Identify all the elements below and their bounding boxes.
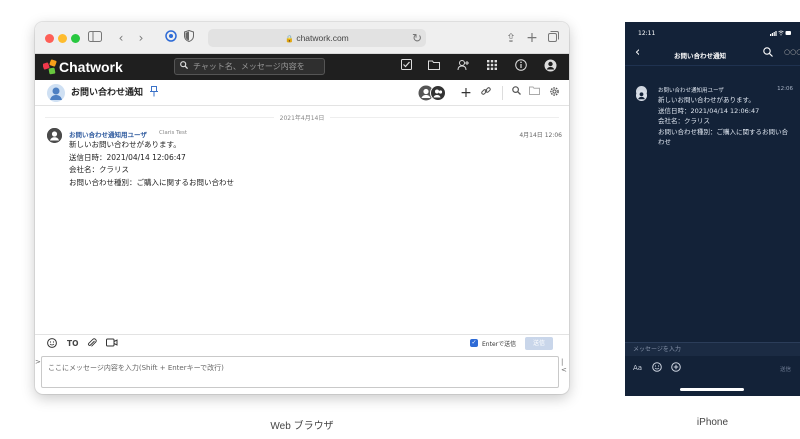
phone-room-title: お問い合わせ通知 [674,52,726,60]
search-icon[interactable] [763,47,773,60]
zoom-window-button[interactable] [71,34,80,43]
members-icon[interactable] [418,85,448,101]
attach-icon[interactable] [87,338,97,352]
message-line: 新しいお問い合わせがあります。 [658,96,755,104]
sidebar-icon[interactable] [87,30,103,46]
message-sender[interactable]: お問い合わせ通知用ユーザ [69,129,147,139]
shield-icon[interactable] [181,29,197,46]
room-avatar[interactable] [47,84,65,102]
iphone-caption: iPhone [696,417,729,428]
status-bar: 12:11 [625,22,800,42]
message-line: 送信日時：2021/04/14 12:06:47 [658,106,760,115]
status-clock: 12:11 [638,30,656,37]
share-icon[interactable]: ⇪ [503,30,519,46]
emoji-icon[interactable] [652,362,662,375]
lock-icon: 🔒 [285,36,294,43]
apps-icon[interactable] [484,59,500,75]
url-text: chatwork.com [296,33,349,43]
app-logo-text[interactable]: Chatwork [59,58,123,76]
message-line: お問い合わせ種別：ご購入に関するお問い合わせ [69,177,234,187]
composer-toolbar: TO ✓ Enterで送信 送信 [35,334,569,352]
folder-icon[interactable] [527,86,541,100]
emoji-icon[interactable] [47,338,57,352]
address-bar[interactable]: 🔒 chatwork.com [208,29,426,47]
left-resize-handle[interactable]: > [35,358,41,366]
message-input-placeholder: メッセージを入力 [633,346,681,353]
account-icon[interactable] [542,59,558,75]
info-icon[interactable] [513,59,529,75]
date-divider-label: 2021年4月14日 [273,115,331,122]
check-icon: ✓ [471,339,477,346]
room-header: お問い合わせ通知 + [35,80,569,106]
back-icon[interactable]: ‹ [113,30,129,46]
plus-icon[interactable]: + [459,86,473,100]
more-icon[interactable]: ○○○ [784,48,800,56]
send-button[interactable]: 送信 [780,365,791,373]
new-tab-icon[interactable]: + [524,30,540,46]
avatar[interactable] [47,128,62,143]
message-timeline[interactable]: 2021年4月14日 お問い合わせ通知用ユーザ Claris Test 4月14… [35,106,569,330]
plus-icon[interactable] [671,362,681,375]
send-button[interactable]: 送信 [525,337,553,350]
pin-icon[interactable] [147,86,161,100]
room-title: お問い合わせ通知 [71,88,144,98]
reload-icon[interactable]: ↻ [409,30,425,46]
message-time: 4月14日 12:06 [519,132,562,139]
header-divider [502,86,503,100]
video-icon[interactable] [106,338,118,351]
search-icon[interactable] [509,86,523,100]
right-resize-handle[interactable]: |< [561,358,569,374]
minimize-window-button[interactable] [58,34,67,43]
message-sender[interactable]: お問い合わせ通知用ユーザ [658,86,724,94]
app-header: Chatwork チャット名、メッセージ内容を [35,54,569,80]
message-line: 会社名：クラリス [658,117,710,125]
home-indicator[interactable] [680,388,744,391]
web-browser-caption: Web ブラウザ [270,421,334,432]
iphone-screen: 12:11 ‹ お問い合わせ通知 ○○○ お問い合わせ通知用ユーザ 12:06 … [625,22,800,396]
enter-to-send-label[interactable]: Enterで送信 [482,339,516,348]
message-input[interactable]: メッセージを入力 [625,342,800,356]
avatar[interactable] [636,86,647,101]
message-input[interactable]: ここにメッセージ内容を入力(Shift + Enterキーで改行) [41,356,559,388]
close-window-button[interactable] [45,34,54,43]
date-divider: 2021年4月14日 [35,113,569,122]
password-icon[interactable] [163,30,179,46]
add-contact-icon[interactable] [455,59,471,75]
tabs-icon[interactable] [545,30,561,46]
message-body: 新しいお問い合わせがあります。 送信日時：2021/04/14 12:06:47… [69,139,234,189]
search-icon [180,59,189,74]
enter-to-send-checkbox[interactable]: ✓ [470,339,478,347]
task-icon[interactable] [398,59,414,75]
to-button[interactable]: TO [67,338,79,350]
signal-wifi-battery-icon [770,30,792,38]
message-time: 12:06 [777,86,793,92]
message-input-placeholder: ここにメッセージ内容を入力(Shift + Enterキーで改行) [48,364,224,372]
phone-input-toolbar: Aa 送信 [625,358,800,378]
search-input[interactable]: チャット名、メッセージ内容を [174,58,325,75]
browser-window: ‹ › 🔒 chatwork.com ↻ ⇪ + Chatwork チャット名、… [35,22,569,394]
message-sender-sub: Claris Test [159,129,187,136]
message-line: 新しいお問い合わせがあります。 [69,140,181,149]
message-line: お問い合わせ種別：ご購入に関するお問い合わせ [658,127,788,147]
folder-icon[interactable] [426,59,442,75]
message-line: 送信日時：2021/04/14 12:06:47 [69,152,186,162]
phone-nav-bar: ‹ お問い合わせ通知 ○○○ [625,42,800,66]
chatwork-logo-icon[interactable] [42,59,57,75]
forward-icon[interactable]: › [133,30,149,46]
settings-icon[interactable] [547,86,561,100]
text-format-button[interactable]: Aa [633,364,642,372]
message-body: 新しいお問い合わせがあります。 送信日時：2021/04/14 12:06:47… [658,95,792,148]
browser-toolbar: ‹ › 🔒 chatwork.com ↻ ⇪ + [35,22,569,54]
link-icon[interactable] [479,86,493,100]
message-line: 会社名：クラリス [69,165,129,174]
search-placeholder: チャット名、メッセージ内容を [193,62,305,71]
